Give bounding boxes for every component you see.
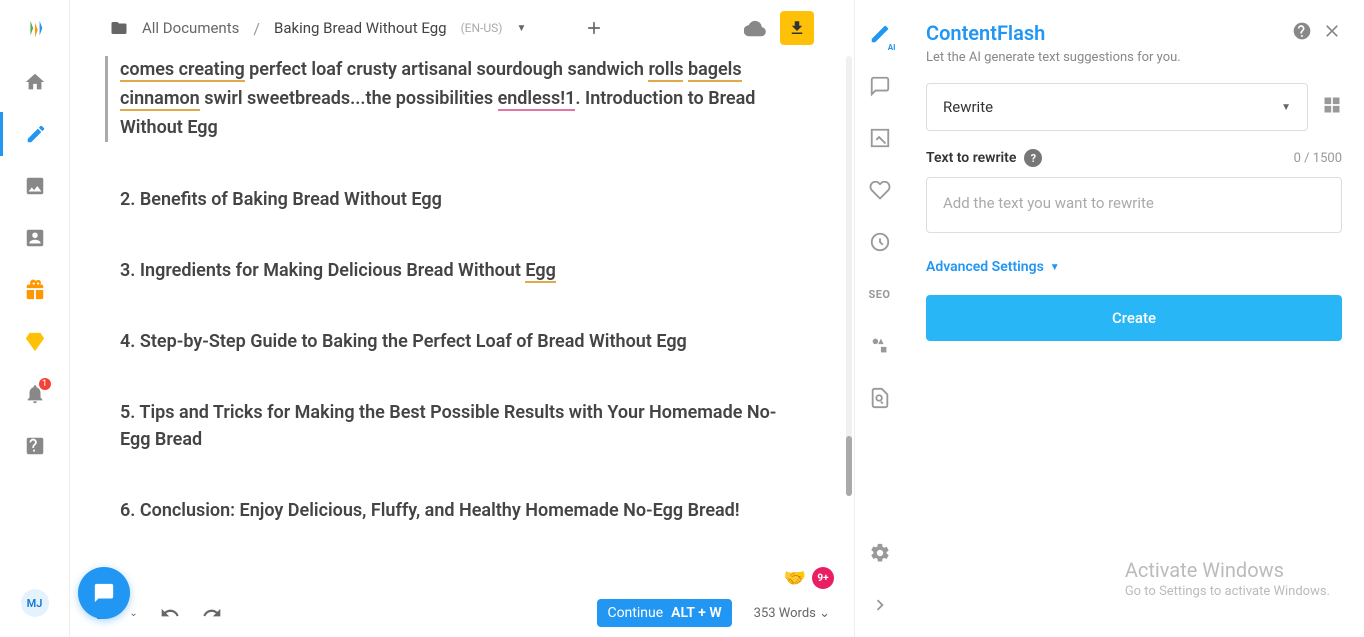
search-doc-icon[interactable] xyxy=(868,386,892,410)
image-suggest-icon[interactable] xyxy=(868,126,892,150)
label-help-icon[interactable]: ? xyxy=(1024,149,1042,167)
word-count[interactable]: 353 Words ⌄ xyxy=(754,606,830,621)
document-editor[interactable]: comes creating perfect loaf crusty artis… xyxy=(70,56,854,589)
home-icon[interactable] xyxy=(23,70,47,94)
chevron-down-icon: ▼ xyxy=(1050,262,1060,273)
notif-badge: 1 xyxy=(39,378,51,390)
heading-4: 4. Step-by-Step Guide to Baking the Perf… xyxy=(120,328,804,355)
char-count: 0 / 1500 xyxy=(1294,151,1342,166)
panel-title: ContentFlash xyxy=(926,21,1282,45)
image-icon[interactable] xyxy=(23,174,47,198)
download-button[interactable] xyxy=(780,11,814,45)
heading-2: 2. Benefits of Baking Bread Without Egg xyxy=(120,186,804,213)
all-documents-link[interactable]: All Documents xyxy=(142,19,239,37)
settings-icon[interactable] xyxy=(868,541,892,565)
chat-button[interactable] xyxy=(78,567,130,619)
heading-6: 6. Conclusion: Enjoy Delicious, Fluffy, … xyxy=(120,497,804,524)
handshake-icon[interactable]: 🤝 xyxy=(784,568,806,589)
mode-select[interactable]: Rewrite ▼ xyxy=(926,83,1308,131)
doc-title[interactable]: Baking Bread Without Egg xyxy=(274,19,447,37)
add-document-icon[interactable] xyxy=(584,18,604,38)
gift-icon[interactable] xyxy=(23,278,47,302)
chat-icon[interactable] xyxy=(868,74,892,98)
seo-icon[interactable]: SEO xyxy=(868,282,892,306)
scrollbar[interactable] xyxy=(846,56,852,496)
user-avatar[interactable]: MJ xyxy=(21,589,49,617)
panel-close-icon[interactable] xyxy=(1322,20,1342,46)
redo-icon[interactable] xyxy=(202,602,222,624)
undo-icon[interactable] xyxy=(160,602,180,624)
format-dropdown-caret[interactable]: ⌄ xyxy=(129,608,137,619)
windows-watermark: Activate Windows Go to Settings to activ… xyxy=(1125,558,1330,599)
heading-5: 5. Tips and Tricks for Making the Best P… xyxy=(120,399,804,453)
shapes-icon[interactable] xyxy=(868,334,892,358)
collapse-panel-icon[interactable] xyxy=(868,593,892,617)
heart-icon[interactable] xyxy=(868,178,892,202)
diamond-icon[interactable] xyxy=(23,330,47,354)
cloud-sync-icon[interactable] xyxy=(744,17,766,39)
panel-subtitle: Let the AI generate text suggestions for… xyxy=(926,50,1342,65)
ai-tool-icon[interactable]: AI xyxy=(868,22,892,46)
rewrite-label: Text to rewrite xyxy=(926,150,1016,166)
panel-help-icon[interactable] xyxy=(1292,20,1312,46)
layout-grid-icon[interactable] xyxy=(1322,94,1342,121)
notif-counter[interactable]: 9+ xyxy=(812,567,834,589)
lang-indicator: (EN-US) xyxy=(461,21,503,35)
chevron-down-icon: ▼ xyxy=(1281,102,1291,113)
heading-3: 3. Ingredients for Making Delicious Brea… xyxy=(120,257,804,284)
create-button[interactable]: Create xyxy=(926,295,1342,341)
history-icon[interactable] xyxy=(868,230,892,254)
rewrite-textarea[interactable] xyxy=(926,177,1342,233)
breadcrumb-sep: / xyxy=(253,19,260,38)
edit-icon[interactable] xyxy=(0,112,70,156)
lang-dropdown-caret[interactable]: ▼ xyxy=(516,23,526,34)
advanced-settings-toggle[interactable]: Advanced Settings ▼ xyxy=(926,259,1342,275)
continue-button[interactable]: Continue ALT + W xyxy=(597,599,731,627)
help-icon[interactable] xyxy=(23,434,47,458)
app-logo[interactable] xyxy=(23,18,47,42)
contact-icon[interactable] xyxy=(23,226,47,250)
folder-icon[interactable] xyxy=(110,19,128,37)
bell-icon[interactable]: 1 xyxy=(23,382,47,406)
